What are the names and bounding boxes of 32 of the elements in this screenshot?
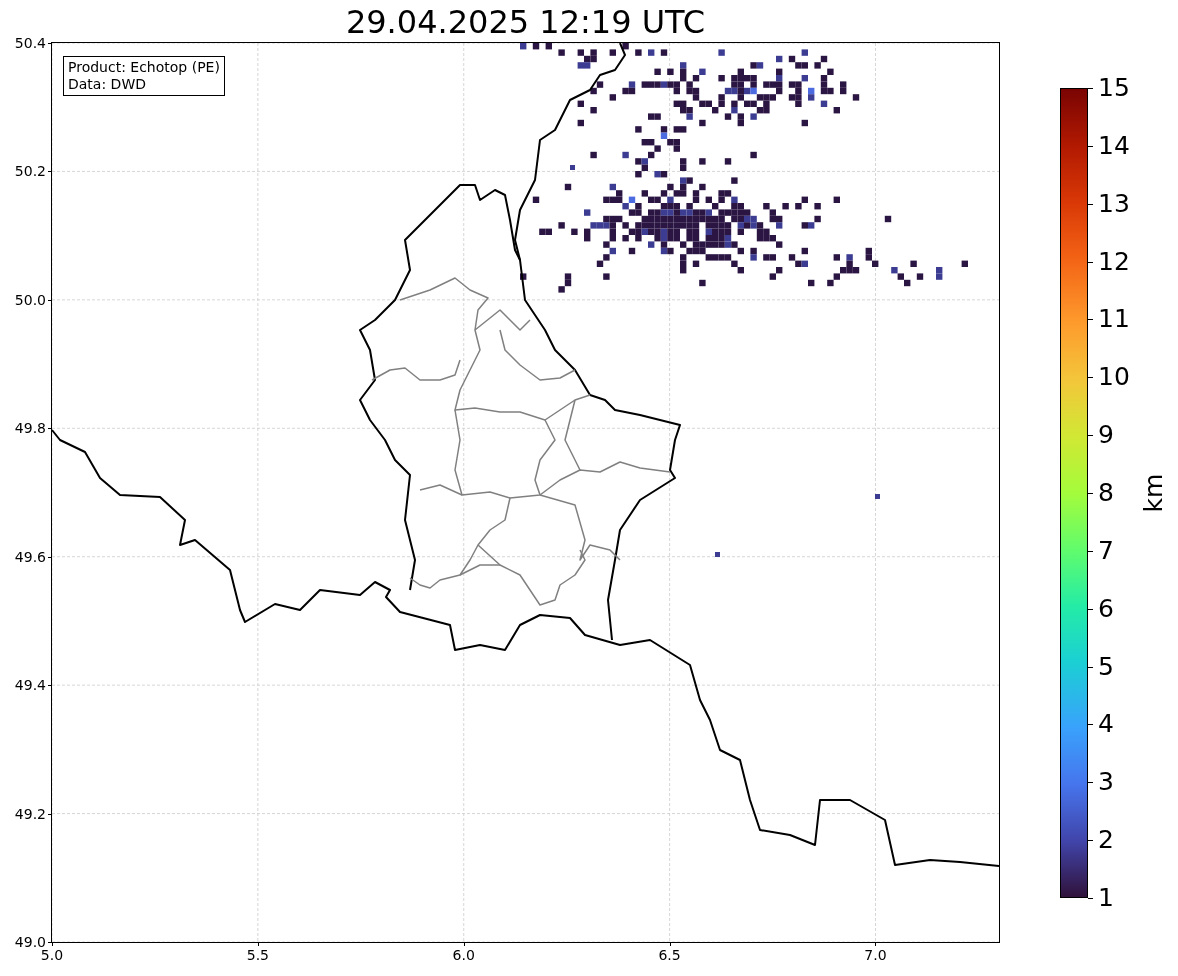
y-tick-label: 49.8	[14, 420, 46, 437]
plot-title: 29.04.2025 12:19 UTC	[344, 3, 707, 41]
info-text: Data: DWD	[68, 76, 147, 93]
colorbar-tick-label: 8	[1098, 479, 1114, 507]
colorbar-tick-label: 1	[1098, 884, 1114, 912]
colorbar-tick-label: 15	[1098, 74, 1130, 102]
colorbar-tick-label: 12	[1098, 247, 1130, 276]
colorbar-tick-label: 13	[1098, 189, 1130, 218]
info-text: Product: Echotop (PE)	[68, 59, 220, 76]
colorbar-tick-label: 11	[1098, 305, 1130, 334]
x-tick-label: 6.5	[658, 947, 681, 963]
colorbar-tick-label: 9	[1098, 421, 1114, 450]
y-tick-label: 49.6	[14, 548, 46, 565]
colorbar-tick-label: 3	[1098, 768, 1114, 797]
x-tick-label: 6.0	[452, 947, 475, 963]
colorbar-tick-label: 7	[1098, 536, 1114, 565]
y-tick-label: 50.2	[14, 163, 46, 180]
y-tick-label: 49.2	[14, 805, 46, 822]
colorbar-tick-label: 2	[1098, 826, 1114, 855]
y-tick-label: 50.0	[14, 291, 46, 308]
x-tick-label: 7.0	[864, 947, 887, 963]
colorbar-tick-label: 4	[1098, 710, 1114, 739]
x-tick-label: 5.5	[246, 947, 269, 963]
colorbar-tick-label: 5	[1098, 652, 1114, 681]
colorbar-tick-label: 6	[1098, 594, 1114, 623]
y-tick-label: 50.4	[14, 35, 46, 51]
y-tick-label: 49.4	[14, 677, 46, 694]
colorbar-tick-label: 14	[1098, 131, 1130, 160]
colorbar-tick-label: 10	[1098, 363, 1130, 392]
colorbar-label: km	[1138, 473, 1168, 513]
x-tick-label: 5.0	[40, 947, 64, 963]
y-tick-label: 49.0	[14, 934, 46, 950]
